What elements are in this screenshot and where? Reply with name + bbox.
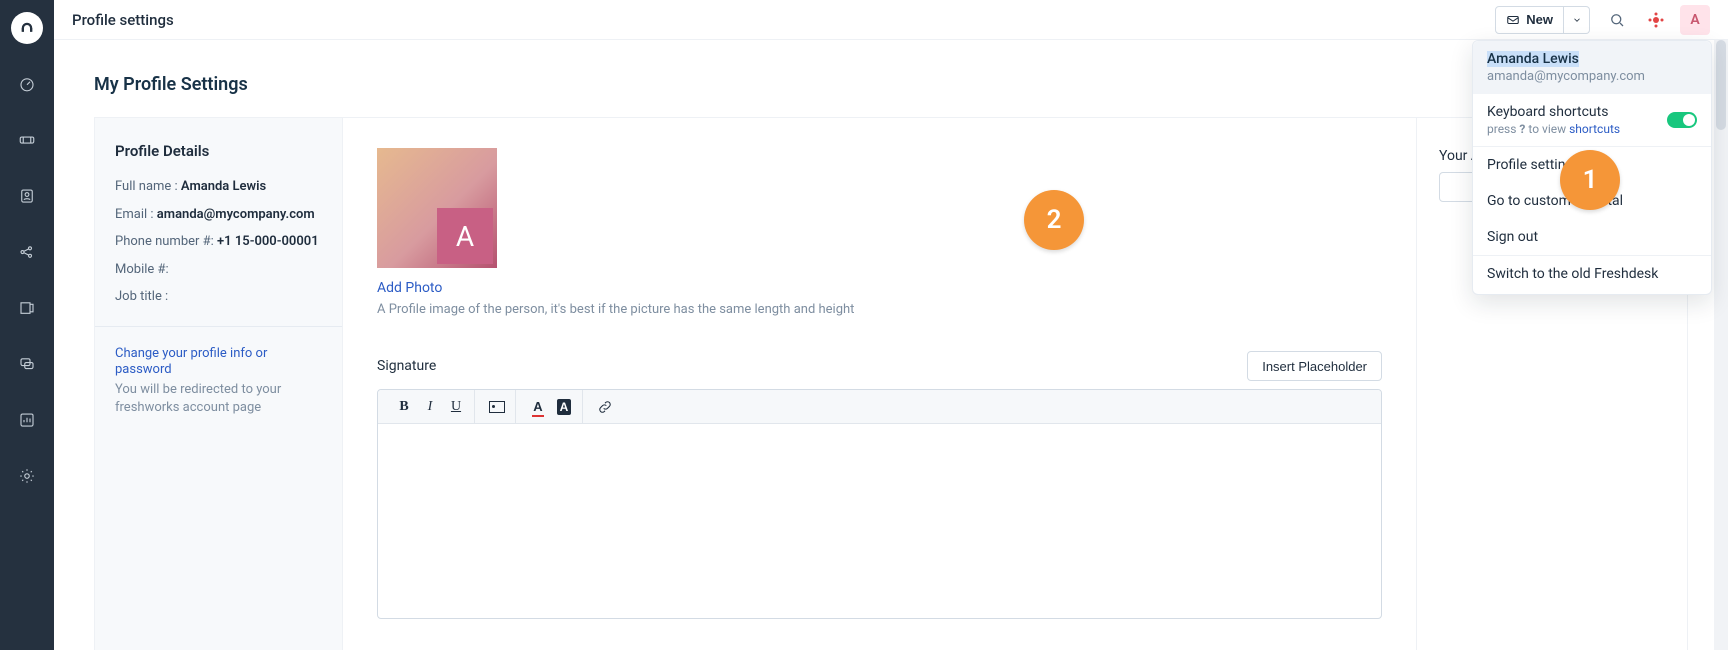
profile-center-panel: A Add Photo A Profile image of the perso… [343,118,1417,650]
mobile-label: Mobile #: [115,262,169,277]
phone-row: Phone number #: +1 15-000-00001 [115,233,322,251]
profile-details-title: Profile Details [115,142,322,160]
profile-grid: Profile Details Full name : Amanda Lewis… [94,117,1688,650]
annotation-step-2: 2 [1024,190,1084,250]
chevron-down-icon [1572,15,1582,25]
dropdown-switch-old[interactable]: Switch to the old Freshdesk [1473,256,1711,292]
bold-button[interactable]: B [392,395,416,419]
email-row: Email : amanda@mycompany.com [115,206,322,224]
profile-avatar-button[interactable]: A [1680,5,1710,35]
text-bg-button[interactable]: A [552,395,576,419]
annotation-step-1: 1 [1560,150,1620,210]
dropdown-username: Amanda Lewis [1487,51,1579,67]
image-icon [489,401,505,413]
link-icon [597,399,613,415]
notifications-button[interactable] [1644,8,1668,32]
add-photo-link[interactable]: Add Photo [377,280,442,296]
editor-toolbar: B I U A A [378,390,1381,424]
shortcuts-link[interactable]: shortcuts [1569,122,1620,136]
phone-value: +1 15-000-00001 [217,234,319,249]
dropdown-sign-out[interactable]: Sign out [1473,219,1711,255]
insert-image-button[interactable] [485,395,509,419]
search-button[interactable] [1602,5,1632,35]
scrollbar-thumb[interactable] [1716,40,1726,130]
phone-label: Phone number #: [115,234,214,249]
new-button[interactable]: New [1495,6,1564,34]
change-profile-link[interactable]: Change your profile info or password [115,346,267,377]
mobile-row: Mobile #: [115,261,322,279]
fullname-row: Full name : Amanda Lewis [115,178,322,196]
insert-placeholder-button[interactable]: Insert Placeholder [1247,351,1382,381]
underline-button[interactable]: U [444,395,468,419]
email-label: Email : [115,207,154,222]
italic-button[interactable]: I [418,395,442,419]
email-value: amanda@mycompany.com [157,207,315,222]
profile-details-panel: Profile Details Full name : Amanda Lewis… [95,118,343,650]
profile-photo-initial: A [437,208,493,264]
jobtitle-row: Job title : [115,288,322,306]
nav-tickets-icon[interactable] [11,124,43,156]
profile-photo-preview: A [377,148,497,268]
nav-admin-icon[interactable] [11,460,43,492]
insert-link-button[interactable] [593,395,617,419]
nav-dashboard-icon[interactable] [11,68,43,100]
change-profile-hint: You will be redirected to your freshwork… [115,381,322,417]
text-color-icon: A [533,399,542,414]
left-nav-rail [0,0,54,650]
avatar-initial: A [1690,12,1699,28]
nav-social-icon[interactable] [11,236,43,268]
dropdown-header: Amanda Lewis amanda@mycompany.com [1473,41,1711,94]
jobtitle-label: Job title : [115,289,168,304]
fullname-label: Full name : [115,179,178,194]
text-color-button[interactable]: A [526,395,550,419]
new-button-dropdown[interactable] [1564,6,1590,34]
scrollbar[interactable] [1714,40,1728,650]
dropdown-email: amanda@mycompany.com [1487,69,1697,84]
page-title: Profile settings [72,11,174,29]
section-heading: My Profile Settings [94,74,1688,95]
signature-body[interactable] [378,424,1381,618]
new-button-label: New [1526,12,1553,27]
search-icon [1608,11,1626,29]
fullname-value: Amanda Lewis [181,179,266,194]
shortcuts-label: Keyboard shortcuts [1487,104,1620,120]
nav-solutions-icon[interactable] [11,292,43,324]
freshworks-icon [1647,11,1665,29]
nav-forums-icon[interactable] [11,348,43,380]
topbar: Profile settings New A [54,0,1728,40]
shortcuts-hint: press ? to view shortcuts [1487,122,1620,136]
shortcuts-toggle[interactable] [1667,112,1697,128]
signature-header: Signature Insert Placeholder [377,351,1382,381]
text-bg-icon: A [557,399,572,415]
new-ticket-icon [1506,13,1520,27]
divider [95,326,342,327]
keyboard-shortcuts-item[interactable]: Keyboard shortcuts press ? to view short… [1473,94,1711,146]
signature-label: Signature [377,358,436,374]
signature-editor: B I U A A [377,389,1382,619]
nav-contacts-icon[interactable] [11,180,43,212]
nav-reports-icon[interactable] [11,404,43,436]
new-button-group: New [1495,6,1590,34]
brand-logo[interactable] [11,12,43,44]
photo-hint: A Profile image of the person, it's best… [377,302,1382,317]
